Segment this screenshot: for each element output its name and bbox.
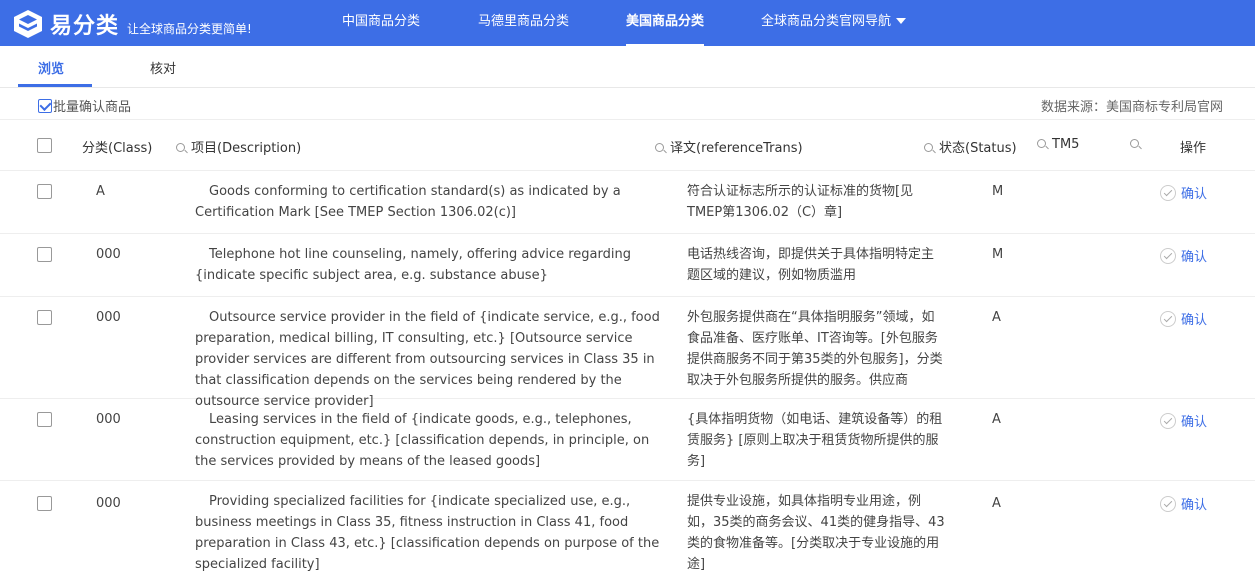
confirm-label: 确认 [1181, 250, 1208, 265]
check-circle-icon [1160, 495, 1176, 512]
cell-status: M [992, 247, 1004, 262]
batch-confirm-label: 批量确认商品 [53, 100, 132, 115]
confirm-button[interactable]: 确认 [1160, 246, 1207, 265]
cell-trans: 外包服务提供商在“具体指明服务”领域，如食品准备、医疗账单、IT咨询等。[外包服… [687, 310, 943, 388]
cell-status: A [992, 310, 1001, 325]
table-row: 000 Outsource service provider in the fi… [0, 297, 1255, 409]
cell-class: 000 [96, 412, 121, 427]
top-navbar: 易分类 让全球商品分类更简单! 中国商品分类 马德里商品分类 美国商品分类 全球… [0, 0, 1255, 46]
nav-label: 马德里商品分类 [478, 14, 570, 29]
tab-browse[interactable]: 浏览 [38, 58, 64, 77]
nav-label: 美国商品分类 [626, 14, 705, 29]
confirm-button[interactable]: 确认 [1160, 309, 1207, 328]
nav-us-classification[interactable]: 美国商品分类 [626, 0, 705, 46]
cell-description: Leasing services in the field of {indica… [195, 412, 650, 469]
table-row: 000 Leasing services in the field of {in… [0, 399, 1255, 481]
cell-trans: 符合认证标志所示的认证标准的货物[见TMEP第1306.02（C）章] [687, 184, 914, 220]
cell-status: M [992, 184, 1004, 199]
confirm-label: 确认 [1181, 187, 1208, 202]
cell-trans: 电话热线咨询，即提供关于具体指明特定主题区域的建议，例如物质滥用 [687, 247, 935, 283]
column-label: 译文(referenceTrans) [670, 141, 803, 156]
brand-logo[interactable]: 易分类 让全球商品分类更简单! [12, 8, 252, 40]
search-icon [1037, 139, 1046, 148]
table-row: 000 Providing specialized facilities for… [0, 481, 1255, 579]
cell-class: 000 [96, 247, 121, 262]
active-tab-indicator [18, 84, 92, 87]
column-label: TM5 [1052, 137, 1080, 152]
cell-trans: 提供专业设施，如具体指明专业用途，例如，35类的商务会议、41类的健身指导、43… [687, 494, 945, 572]
search-icon [655, 143, 664, 152]
logo-mark-icon [12, 9, 44, 39]
column-header-action: 操作 [1180, 141, 1207, 156]
search-icon [176, 143, 185, 152]
row-checkbox[interactable] [37, 184, 52, 199]
column-header-status[interactable]: 状态(Status) [924, 137, 1017, 156]
row-checkbox[interactable] [37, 310, 52, 325]
row-checkbox[interactable] [37, 412, 52, 427]
caret-down-icon [896, 17, 907, 24]
confirm-label: 确认 [1181, 313, 1208, 328]
row-checkbox[interactable] [37, 496, 52, 511]
confirm-label: 确认 [1181, 415, 1208, 430]
column-header-class: 分类(Class) [82, 141, 153, 156]
view-tabs: 浏览 核对 [0, 46, 1255, 88]
confirm-button[interactable]: 确认 [1160, 494, 1207, 513]
cell-description: Telephone hot line counseling, namely, o… [195, 247, 631, 283]
cell-class: 000 [96, 496, 121, 511]
brand-slogan: 让全球商品分类更简单! [127, 21, 252, 36]
data-source-text: 数据来源：美国商标专利局官网 [1040, 100, 1223, 115]
column-header-trans[interactable]: 译文(referenceTrans) [655, 137, 803, 156]
nav-label: 中国商品分类 [342, 14, 421, 29]
cell-status: A [992, 412, 1001, 427]
check-circle-icon [1160, 247, 1176, 264]
tab-verify[interactable]: 核对 [150, 58, 176, 77]
nav-label: 全球商品分类官网导航 [761, 14, 892, 29]
select-all-checkbox[interactable] [37, 138, 52, 153]
column-label: 状态(Status) [939, 141, 1017, 156]
search-icon [924, 143, 933, 152]
nav-global-directory-dropdown[interactable]: 全球商品分类官网导航 [761, 0, 907, 46]
confirm-label: 确认 [1181, 498, 1208, 513]
confirm-button[interactable]: 确认 [1160, 183, 1207, 202]
cell-status: A [992, 496, 1001, 511]
cell-class: A [96, 184, 105, 199]
check-circle-icon [1160, 184, 1176, 201]
table-row: A Goods conforming to certification stan… [0, 171, 1255, 234]
row-checkbox[interactable] [37, 247, 52, 262]
column-label: 项目(Description) [191, 141, 302, 156]
table-row: 000 Telephone hot line counseling, namel… [0, 234, 1255, 297]
nav-madrid-classification[interactable]: 马德里商品分类 [478, 0, 569, 46]
column-header-tm5[interactable]: TM5 [1037, 137, 1079, 152]
check-circle-icon [1160, 412, 1176, 429]
nav-china-classification[interactable]: 中国商品分类 [342, 0, 420, 46]
table-header: 分类(Class) 项目(Description) 译文(referenceTr… [0, 121, 1255, 171]
checkbox-checked-icon [38, 98, 52, 113]
confirm-button[interactable]: 确认 [1160, 411, 1207, 430]
cell-description: Outsource service provider in the field … [195, 310, 660, 409]
check-circle-icon [1160, 310, 1176, 327]
brand-name: 易分类 [50, 14, 120, 39]
search-icon [1130, 139, 1139, 148]
column-header-description[interactable]: 项目(Description) [176, 137, 301, 156]
cell-description: Providing specialized facilities for {in… [195, 494, 660, 572]
column-filter-search[interactable] [1130, 137, 1145, 152]
cell-trans: {具体指明货物（如电话、建筑设备等）的租赁服务} [原则上取决于租赁货物所提供的… [687, 412, 943, 469]
toolbar: 批量确认商品 数据来源：美国商标专利局官网 [0, 88, 1255, 120]
batch-confirm-button[interactable]: 批量确认商品 [38, 96, 131, 115]
cell-class: 000 [96, 310, 121, 325]
cell-description: Goods conforming to certification standa… [195, 184, 621, 220]
